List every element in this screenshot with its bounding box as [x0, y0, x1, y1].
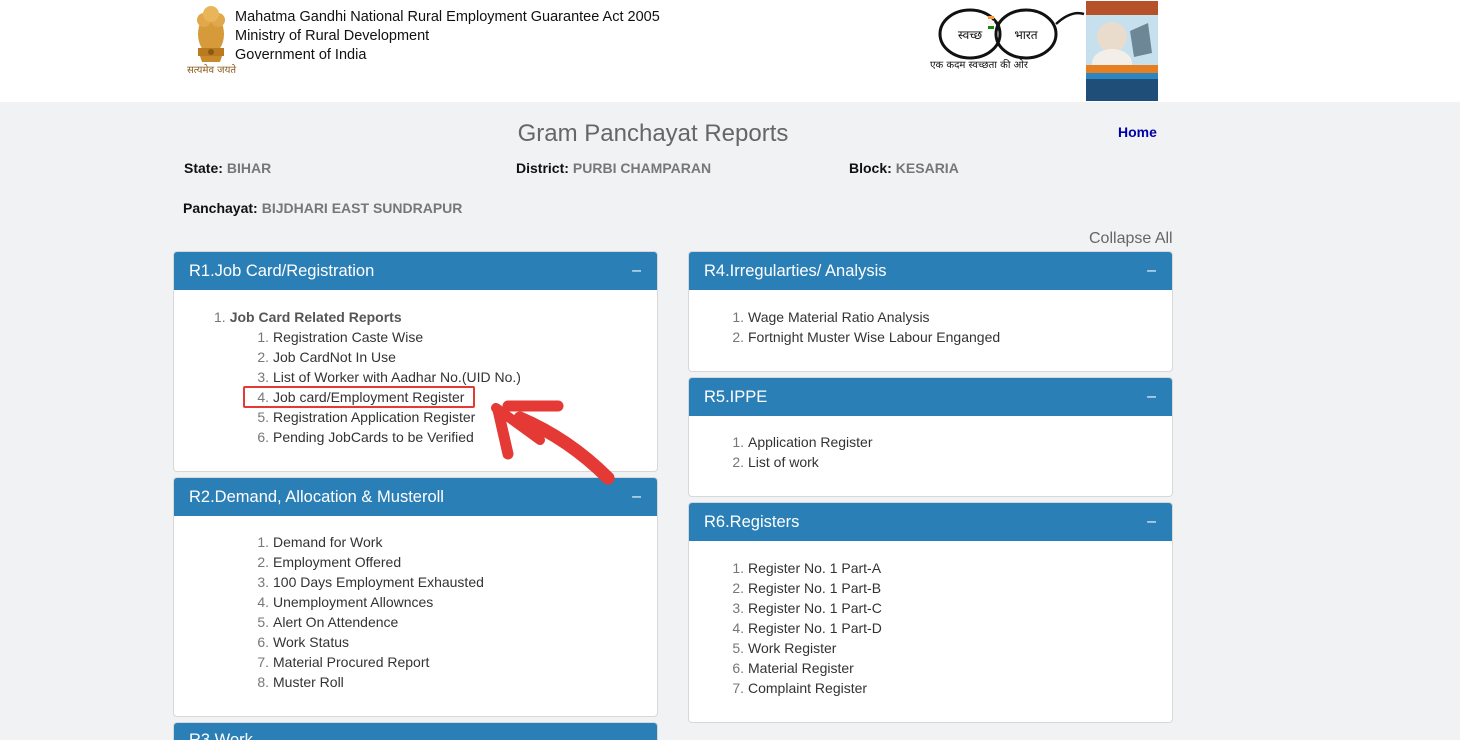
panel-r5-title: R5.IPPE — [704, 388, 768, 406]
panchayat-label: Panchayat: — [183, 200, 258, 216]
list-item[interactable]: 2. Employment Offered — [254, 552, 657, 572]
svg-text:स्वच्छ: स्वच्छ — [958, 28, 982, 42]
r6-report-list: 1. Register No. 1 Part-A 2. Register No. 1… — [689, 541, 1172, 698]
list-item[interactable]: 2. Fortnight Muster Wise Labour Enganged — [729, 327, 1172, 347]
panchayat-value: BIJDHARI EAST SUNDRAPUR — [261, 200, 463, 216]
panel-r4-irregularities: R4.Irregularties/ Analysis – 1. Wage Mate… — [688, 251, 1173, 372]
list-item[interactable]: 7. Material Procured Report — [254, 652, 657, 672]
block-value: KESARIA — [895, 160, 959, 176]
state-value: BIHAR — [226, 160, 272, 176]
r5-report-list: 1. Application Register 2. List of work — [689, 416, 1172, 472]
list-item[interactable]: 2. Register No. 1 Part-B — [729, 578, 1172, 598]
list-item[interactable]: 1. Registration Caste Wise — [254, 327, 657, 347]
block-label: Block: — [849, 160, 892, 176]
list-item[interactable]: 5. Work Register — [729, 638, 1172, 658]
collapse-toggle-icon[interactable]: – — [1147, 503, 1156, 541]
collapse-toggle-icon[interactable]: – — [632, 478, 641, 516]
list-item[interactable]: 2. Job CardNot In Use — [254, 347, 657, 367]
list-item[interactable]: 6. Work Status — [254, 632, 657, 652]
site-header: सत्यमेव जयते Mahatma Gandhi National Rur… — [0, 0, 1460, 102]
header-title-block: Mahatma Gandhi National Rural Employment… — [235, 8, 660, 65]
list-item[interactable]: 5. Alert On Attendence — [254, 612, 657, 632]
group-number: 1. — [214, 309, 226, 325]
district-label: District: — [516, 160, 569, 176]
list-item[interactable]: 3. List of Worker with Aadhar No.(UID No.… — [254, 367, 657, 387]
panel-r4-header[interactable]: R4.Irregularties/ Analysis – — [689, 252, 1172, 290]
list-item[interactable]: 1. Register No. 1 Part-A — [729, 558, 1172, 578]
group-job-card-related: 1. Job Card Related Reports — [214, 307, 657, 327]
meta-block: Block: KESARIA — [849, 160, 959, 176]
panel-r3-title: R3.Work — [189, 731, 253, 740]
panel-r6-header[interactable]: R6.Registers – — [689, 503, 1172, 541]
list-item[interactable]: 7. Complaint Register — [729, 678, 1172, 698]
highlight-box-annotation — [243, 386, 475, 408]
panel-r1-header[interactable]: R1.Job Card/Registration – — [174, 252, 657, 290]
collapse-all-link[interactable]: Collapse All — [1089, 230, 1173, 248]
panel-r2-demand: R2.Demand, Allocation & Musteroll – 1. De… — [173, 477, 658, 717]
list-item[interactable]: 8. Muster Roll — [254, 672, 657, 692]
svg-text:भारत: भारत — [1014, 28, 1038, 42]
panel-r2-title: R2.Demand, Allocation & Musteroll — [189, 488, 444, 506]
r2-report-list: 1. Demand for Work 2. Employment Offered 3… — [174, 516, 657, 692]
meta-state: State: BIHAR — [184, 160, 271, 176]
collapse-toggle-icon[interactable]: – — [632, 252, 641, 290]
emblem-motto: सत्यमेव जयते — [187, 65, 237, 76]
list-item[interactable]: 4. Register No. 1 Part-D — [729, 618, 1172, 638]
list-item[interactable]: 6. Material Register — [729, 658, 1172, 678]
panel-r4-title: R4.Irregularties/ Analysis — [704, 262, 887, 280]
group-title: Job Card Related Reports — [229, 309, 402, 325]
gandhi-portrait-icon — [1086, 1, 1158, 101]
panel-r5-header[interactable]: R5.IPPE – — [689, 378, 1172, 416]
list-item[interactable]: 2. List of work — [729, 452, 1172, 472]
r4-report-list: 1. Wage Material Ratio Analysis 2. Fortnig… — [689, 290, 1172, 347]
header-line-act: Mahatma Gandhi National Rural Employment… — [235, 9, 660, 25]
mgnrega-logo — [1086, 1, 1158, 101]
swachh-tagline: एक कदम स्वच्छता की ओर — [930, 60, 1028, 71]
list-item[interactable]: 1. Wage Material Ratio Analysis — [729, 307, 1172, 327]
header-line-ministry: Ministry of Rural Development — [235, 28, 430, 44]
list-item[interactable]: 1. Application Register — [729, 432, 1172, 452]
panel-r6-title: R6.Registers — [704, 513, 800, 531]
district-value: PURBI CHAMPARAN — [572, 160, 712, 176]
list-item[interactable]: 3. 100 Days Employment Exhausted — [254, 572, 657, 592]
header-line-government: Government of India — [235, 47, 367, 63]
panel-r5-ippe: R5.IPPE – 1. Application Register 2. List … — [688, 377, 1173, 497]
collapse-toggle-icon[interactable]: – — [1147, 378, 1156, 416]
panel-r3-work: R3.Work — [173, 722, 658, 740]
list-item[interactable]: 1. Demand for Work — [254, 532, 657, 552]
panel-r6-registers: R6.Registers – 1. Register No. 1 Part-A 2… — [688, 502, 1173, 723]
page-title: Gram Panchayat Reports — [517, 120, 789, 147]
collapse-toggle-icon[interactable]: – — [1147, 252, 1156, 290]
state-label: State: — [184, 160, 223, 176]
list-item[interactable]: 3. Register No. 1 Part-C — [729, 598, 1172, 618]
home-link[interactable]: Home — [1118, 124, 1157, 140]
panel-r3-header[interactable]: R3.Work — [174, 723, 657, 740]
red-arrow-annotation-icon — [491, 400, 615, 485]
meta-district: District: PURBI CHAMPARAN — [516, 160, 711, 176]
meta-panchayat: Panchayat: BIJDHARI EAST SUNDRAPUR — [183, 200, 462, 216]
list-item[interactable]: 4. Unemployment Allownces — [254, 592, 657, 612]
panel-r1-title: R1.Job Card/Registration — [189, 262, 375, 280]
